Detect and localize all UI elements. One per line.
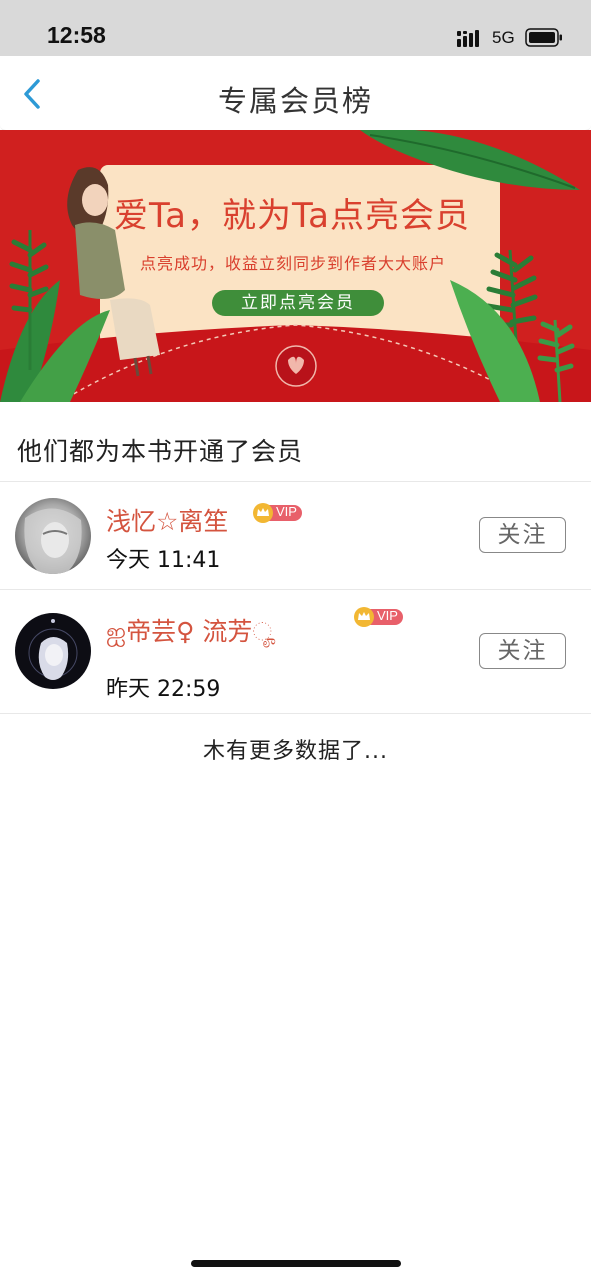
divider xyxy=(0,713,591,714)
battery-icon xyxy=(525,28,562,47)
no-more-data-text: 木有更多数据了... xyxy=(203,739,388,764)
banner-title: 爱Ta，就为Ta点亮会员 xyxy=(114,196,470,236)
vip-badge-label: VIP xyxy=(276,504,297,519)
section-heading: 他们都为本书开通了会员 xyxy=(17,437,304,466)
nav-bar: 专属会员榜 xyxy=(0,56,591,131)
page-title: 专属会员榜 xyxy=(217,84,373,118)
member-time: 昨天 22:59 xyxy=(106,677,221,702)
screen: 12:58 5G 专属会员榜 爱Ta，就为Ta点亮会员 点亮成功，收益立刻同步到… xyxy=(0,0,591,1280)
signal-icon xyxy=(457,30,479,47)
avatar[interactable] xyxy=(15,498,91,574)
member-name[interactable]: 浅忆☆离笙 xyxy=(106,502,228,538)
avatar[interactable] xyxy=(15,613,91,689)
vip-badge-label: VIP xyxy=(377,608,398,623)
status-time: 12:58 xyxy=(47,22,106,48)
member-row: ஐ帝芸♀ 流芳ೄ VIP 昨天 22:59 关注 xyxy=(0,590,591,713)
member-row: 浅忆☆离笙 VIP 今天 11:41 关注 xyxy=(0,482,591,589)
member-time: 今天 11:41 xyxy=(106,548,221,573)
membership-banner[interactable]: 爱Ta，就为Ta点亮会员 点亮成功，收益立刻同步到作者大大账户 立即点亮会员 xyxy=(0,130,591,402)
follow-button[interactable]: 关注 xyxy=(479,633,566,669)
network-label: 5G xyxy=(492,28,515,47)
banner-subtitle: 点亮成功，收益立刻同步到作者大大账户 xyxy=(140,254,447,273)
member-name[interactable]: ஐ帝芸♀ 流芳ೄ xyxy=(106,612,276,650)
status-bar: 12:58 5G xyxy=(0,0,591,56)
follow-button[interactable]: 关注 xyxy=(479,517,566,553)
activate-membership-button[interactable]: 立即点亮会员 xyxy=(212,290,384,316)
home-indicator[interactable] xyxy=(191,1260,401,1267)
